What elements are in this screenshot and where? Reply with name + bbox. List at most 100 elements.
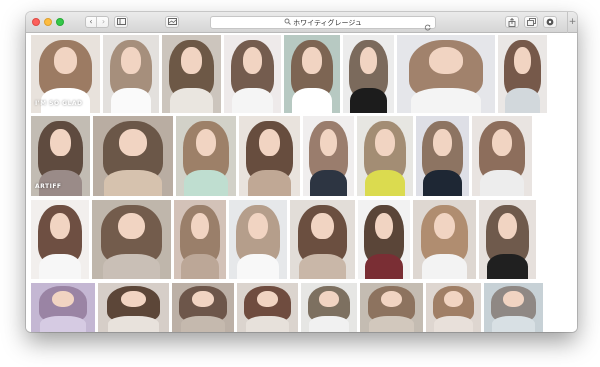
- face-shape: [50, 128, 71, 156]
- face-shape: [319, 128, 338, 156]
- clothing-shape: [39, 253, 81, 279]
- image-result-thumbnail[interactable]: [284, 35, 340, 113]
- image-result-thumbnail[interactable]: [416, 116, 469, 196]
- back-icon[interactable]: ‹: [86, 17, 97, 27]
- clothing-shape: [110, 88, 152, 113]
- face-shape: [53, 47, 78, 74]
- clothing-shape: [180, 316, 226, 332]
- clothing-shape: [350, 88, 387, 113]
- image-result-thumbnail[interactable]: [290, 200, 355, 279]
- image-result-thumbnail[interactable]: [358, 200, 410, 279]
- image-result-thumbnail[interactable]: [31, 283, 95, 332]
- image-result-thumbnail[interactable]: [172, 283, 234, 332]
- thumbnail-caption: I'M SO GLAD: [35, 100, 83, 107]
- face-shape: [119, 128, 147, 156]
- sidebar-icon[interactable]: [114, 16, 128, 28]
- image-result-thumbnail[interactable]: [103, 35, 159, 113]
- result-row: [26, 283, 577, 332]
- face-shape: [259, 128, 280, 156]
- image-result-thumbnail[interactable]: [237, 283, 298, 332]
- clothing-shape: [364, 170, 406, 196]
- clothing-shape: [245, 316, 290, 332]
- image-result-thumbnail[interactable]: [301, 283, 357, 332]
- address-text-row: ホワイティグレージュ: [211, 18, 435, 28]
- image-result-thumbnail[interactable]: [479, 200, 536, 279]
- clothing-shape: [291, 88, 333, 113]
- clothing-shape: [480, 170, 524, 196]
- image-result-thumbnail[interactable]: [93, 116, 173, 196]
- clothing-shape: [103, 253, 160, 279]
- browser-window: ‹ › ホワイティグレージュ + I'M SO GLAD ARTIFF: [26, 12, 577, 332]
- clothing-shape: [423, 170, 462, 196]
- clothing-shape: [492, 316, 535, 332]
- image-result-thumbnail[interactable]: [343, 35, 394, 113]
- face-shape: [121, 47, 141, 74]
- face-shape: [359, 47, 378, 74]
- clothing-shape: [310, 170, 347, 196]
- image-result-thumbnail[interactable]: [92, 200, 171, 279]
- image-result-thumbnail[interactable]: ARTIFF: [31, 116, 90, 196]
- face-shape: [491, 128, 513, 156]
- image-result-thumbnail[interactable]: [224, 35, 281, 113]
- share-icon[interactable]: [505, 16, 519, 28]
- face-shape: [248, 212, 268, 240]
- history-navigation: ‹ ›: [85, 16, 109, 28]
- new-tab-icon[interactable]: +: [567, 12, 577, 33]
- address-text: ホワイティグレージュ: [293, 19, 362, 27]
- browser-toolbar: ‹ › ホワイティグレージュ +: [26, 12, 577, 33]
- image-result-thumbnail[interactable]: [31, 200, 89, 279]
- image-result-thumbnail[interactable]: I'M SO GLAD: [31, 35, 100, 113]
- image-result-thumbnail[interactable]: [303, 116, 354, 196]
- image-result-thumbnail[interactable]: [98, 283, 169, 332]
- zoom-window-button[interactable]: [56, 18, 64, 26]
- close-window-button[interactable]: [32, 18, 40, 26]
- clothing-shape: [433, 316, 474, 332]
- image-result-thumbnail[interactable]: [413, 200, 476, 279]
- image-result-thumbnail[interactable]: [397, 35, 495, 113]
- result-row: [26, 200, 577, 279]
- image-result-thumbnail[interactable]: [162, 35, 221, 113]
- image-result-thumbnail[interactable]: [174, 200, 226, 279]
- face-shape: [514, 47, 531, 74]
- clothing-shape: [410, 88, 482, 113]
- tab-overview-icon[interactable]: [165, 16, 179, 28]
- image-result-thumbnail[interactable]: [239, 116, 300, 196]
- image-result-thumbnail[interactable]: [357, 116, 413, 196]
- extension-icon[interactable]: [543, 16, 557, 28]
- result-row: ARTIFF: [26, 116, 577, 196]
- image-result-thumbnail[interactable]: [484, 283, 543, 332]
- face-shape: [192, 290, 214, 308]
- image-result-thumbnail[interactable]: [426, 283, 481, 332]
- forward-icon[interactable]: ›: [98, 17, 109, 27]
- face-shape: [319, 290, 339, 308]
- clothing-shape: [184, 170, 228, 196]
- clothing-shape: [504, 88, 541, 113]
- image-result-thumbnail[interactable]: [229, 200, 287, 279]
- face-shape: [375, 128, 395, 156]
- clothing-shape: [107, 316, 160, 332]
- image-result-thumbnail[interactable]: [498, 35, 547, 113]
- face-shape: [121, 290, 146, 308]
- face-shape: [257, 290, 278, 308]
- reload-icon[interactable]: [424, 18, 432, 31]
- clothing-shape: [247, 170, 292, 196]
- address-bar[interactable]: ホワイティグレージュ: [210, 16, 436, 31]
- clothing-shape: [181, 253, 219, 279]
- face-shape: [497, 212, 518, 240]
- clothing-shape: [237, 253, 279, 279]
- search-icon: [284, 18, 291, 28]
- image-results-grid: I'M SO GLAD ARTIFF: [26, 33, 577, 332]
- minimize-window-button[interactable]: [44, 18, 52, 26]
- image-result-thumbnail[interactable]: [472, 116, 532, 196]
- face-shape: [181, 47, 202, 74]
- face-shape: [433, 128, 452, 156]
- tabs-icon[interactable]: [524, 16, 538, 28]
- image-result-thumbnail[interactable]: [360, 283, 423, 332]
- face-shape: [191, 212, 209, 240]
- image-result-thumbnail[interactable]: [176, 116, 236, 196]
- desktop-backdrop: ‹ › ホワイティグレージュ + I'M SO GLAD ARTIFF: [0, 0, 600, 367]
- face-shape: [444, 290, 463, 308]
- face-shape: [311, 212, 334, 240]
- clothing-shape: [104, 170, 162, 196]
- thumbnail-caption: ARTIFF: [35, 183, 62, 190]
